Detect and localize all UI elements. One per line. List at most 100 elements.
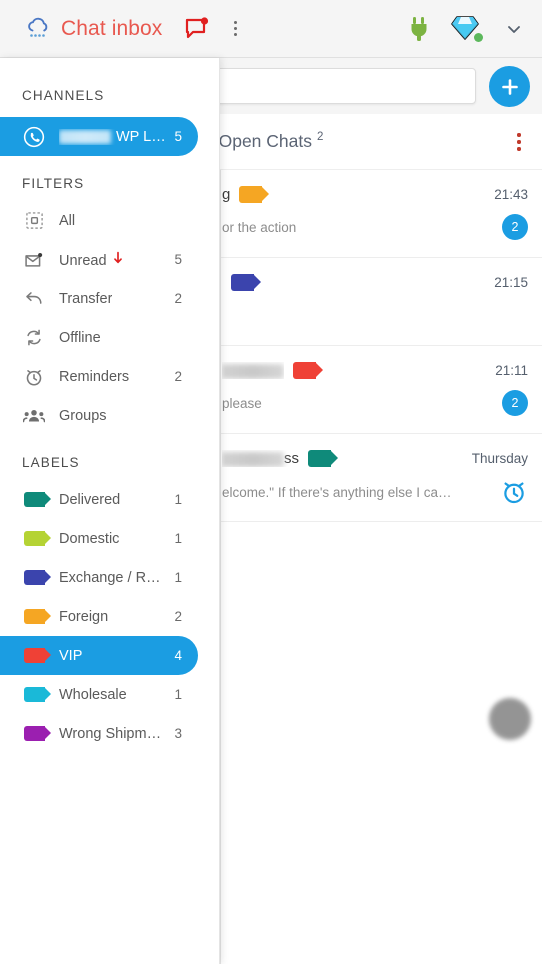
chat-item-time: 21:15 [494, 275, 528, 290]
sidebar-label-count: 2 [174, 609, 182, 624]
gem-status-dot [474, 32, 483, 42]
sidebar-filter-transfer[interactable]: Transfer 2 [0, 279, 198, 318]
chat-item-label-tag [308, 450, 338, 467]
redacted-name [222, 451, 284, 467]
label-tag-icon [22, 531, 51, 546]
top-bar-more-vertical-icon[interactable] [227, 19, 243, 39]
sidebar-label-count: 1 [174, 531, 182, 546]
sidebar-channel-label: WP Line [59, 129, 168, 145]
sidebar-label-domestic[interactable]: Domestic 1 [0, 519, 198, 558]
unread-badge: 2 [502, 390, 528, 416]
chat-item-name: ss [222, 450, 299, 467]
sidebar-label-count: 3 [174, 726, 182, 741]
chat-item-label-tag [239, 186, 270, 203]
sidebar-label-vip[interactable]: VIP 4 [0, 636, 198, 675]
top-bar: Chat inbox [0, 0, 542, 58]
chevron-down-icon[interactable] [504, 19, 524, 39]
chat-inbox-app: Chat inbox Open Chats 2 g 21:43 or the a… [0, 0, 542, 964]
select-all-icon [22, 211, 46, 230]
chat-item-time: Thursday [471, 451, 528, 466]
chat-item-header: 21:15 [222, 274, 528, 291]
label-tag-icon [22, 492, 51, 507]
sidebar-filter-label: Transfer [59, 290, 113, 307]
chat-item-time: 21:11 [495, 363, 528, 378]
sidebar-channel-wp-line[interactable]: WP Line 5 [0, 117, 198, 156]
chat-item-time: 21:43 [494, 187, 528, 202]
alarm-clock-icon [500, 478, 528, 506]
redacted-text [59, 129, 111, 144]
sidebar-filter-groups[interactable]: Groups [0, 396, 198, 435]
sidebar-filter-count: 2 [174, 369, 182, 384]
sidebar-filter-all[interactable]: All [0, 201, 198, 240]
sidebar-drawer: CHANNELS WP Line 5 FILTERS All Unread 5 Tran… [0, 58, 220, 964]
label-tag-icon [22, 687, 51, 702]
sidebar-filter-label: Reminders [59, 368, 130, 385]
panel-divider [220, 170, 221, 964]
chat-item-label-tag [231, 274, 261, 291]
sidebar-filter-reminders[interactable]: Reminders 2 [0, 357, 198, 396]
chat-item-preview: or the action [222, 219, 297, 235]
chat-item-header: ss Thursday [222, 450, 528, 467]
new-chat-add-button[interactable] [489, 66, 530, 107]
sidebar-label-count: 1 [174, 570, 182, 585]
sidebar-label-text: Domestic [59, 530, 120, 547]
sidebar-labels-list: Delivered 1 Domestic 1 Exchange / R… 1 Foreign… [0, 480, 219, 753]
sidebar-filter-count: 5 [174, 252, 182, 267]
tab-open-chats-count: 2 [316, 131, 324, 143]
cursor-indicator [489, 698, 531, 740]
sidebar-filter-count: 2 [174, 291, 182, 306]
sidebar-heading-filters: FILTERS [22, 176, 85, 191]
sidebar-filter-unread[interactable]: Unread 5 [0, 240, 198, 279]
sidebar-label-wholesale[interactable]: Wholesale 1 [0, 675, 198, 714]
sidebar-label-text: Wrong Shipm… [59, 725, 162, 742]
chat-item-footer: please 2 [222, 390, 528, 416]
plus-icon [500, 77, 520, 97]
sidebar-filter-label: All [59, 212, 76, 229]
sidebar-label-wrong-shipm[interactable]: Wrong Shipm… 3 [0, 714, 198, 753]
sidebar-label-text: Wholesale [59, 686, 127, 703]
whatsapp-icon [22, 126, 46, 148]
label-tag-icon [22, 570, 51, 585]
brand-logo[interactable]: Chat inbox [24, 17, 162, 41]
cloud-icon [24, 17, 54, 41]
sidebar-heading-labels: LABELS [22, 455, 80, 470]
unread-sort-arrow-icon [107, 251, 123, 269]
sidebar-filter-label: Unread [59, 251, 123, 269]
sidebar-label-exchange-r[interactable]: Exchange / R… 1 [0, 558, 198, 597]
tab-open-chats[interactable]: Open Chats 2 [219, 131, 324, 152]
top-bar-right-actions [408, 14, 524, 44]
sidebar-filter-label: Offline [59, 329, 101, 346]
sidebar-label-count: 1 [174, 687, 182, 702]
alarm-clock-icon [22, 367, 46, 387]
label-tag-icon [22, 609, 51, 624]
chat-item-header: g 21:43 [222, 186, 528, 203]
label-tag-icon [22, 726, 51, 741]
sync-offline-icon [22, 328, 46, 347]
sidebar-label-text: Foreign [59, 608, 109, 625]
sidebar-filter-offline[interactable]: Offline [0, 318, 198, 357]
sidebar-label-text: Delivered [59, 491, 121, 508]
sidebar-channel-count: 5 [174, 129, 182, 144]
unread-badge: 2 [502, 214, 528, 240]
sidebar-label-count: 4 [174, 648, 182, 663]
diamond-gem-icon[interactable] [450, 14, 484, 44]
label-tag-icon [22, 648, 51, 663]
chat-item-label-tag [293, 362, 323, 379]
chat-list-more-vertical-icon[interactable] [511, 131, 527, 153]
transfer-arrow-icon [22, 290, 46, 308]
chat-item-footer: elcome." If there's anything else I ca… [222, 478, 528, 506]
sidebar-label-text: VIP [59, 647, 83, 664]
sidebar-label-foreign[interactable]: Foreign 2 [0, 597, 198, 636]
sidebar-channels-list: WP Line 5 [0, 117, 219, 156]
plug-connection-icon[interactable] [408, 16, 430, 42]
chat-bubble-notification-icon[interactable] [184, 16, 210, 41]
redacted-name [222, 363, 284, 379]
sidebar-label-delivered[interactable]: Delivered 1 [0, 480, 198, 519]
chat-item-header: 21:11 [222, 362, 528, 379]
sidebar-filter-label: Groups [59, 407, 107, 424]
chat-item-preview: elcome." If there's anything else I ca… [222, 484, 452, 500]
sidebar-filters-list: All Unread 5 Transfer 2 Offline Reminders 2 Grou… [0, 201, 219, 435]
chat-item-preview: please [222, 395, 262, 411]
tab-open-chats-label: Open Chats [218, 131, 312, 151]
app-title: Chat inbox [61, 16, 163, 40]
